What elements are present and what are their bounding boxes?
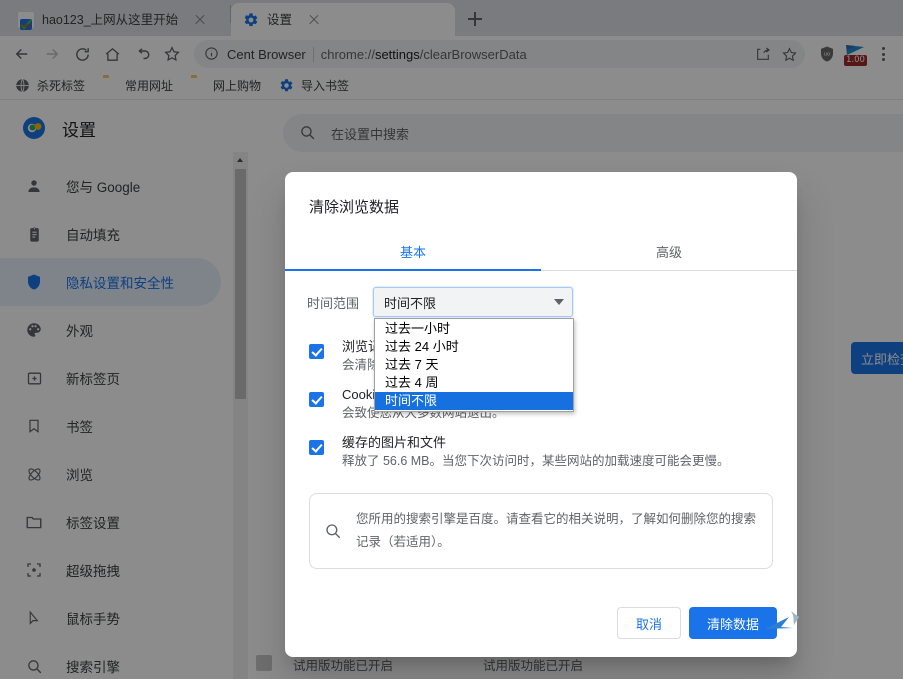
clear-browsing-data-dialog: 清除浏览数据 基本 高级 时间范围 时间不限 过去一小时 过去 24 小时 过去…	[285, 172, 799, 657]
dialog-actions: 取消 清除数据	[616, 607, 777, 639]
dropdown-option-last-4-weeks[interactable]: 过去 4 周	[375, 374, 573, 392]
time-range-selected-value: 时间不限	[384, 295, 437, 311]
dropdown-option-last-hour[interactable]: 过去一小时	[375, 320, 573, 338]
time-range-label: 时间范围	[307, 295, 360, 311]
dialog-tabs: 基本 高级	[285, 233, 797, 271]
time-range-row: 时间范围 时间不限 过去一小时 过去 24 小时 过去 7 天 过去 4 周 时…	[285, 271, 797, 412]
data-item-title: 缓存的图片和文件	[342, 435, 447, 450]
dropdown-option-all-time[interactable]: 时间不限	[375, 392, 574, 410]
chevron-down-icon	[554, 299, 565, 305]
data-item-text: 缓存的图片和文件 释放了 56.6 MB。当您下次访问时，某些网站的加载速度可能…	[342, 433, 730, 471]
data-item-subtitle: 释放了 56.6 MB。当您下次访问时，某些网站的加载速度可能会更慢。	[342, 454, 730, 468]
notice-text: 您所用的搜索引擎是百度。请查看它的相关说明，了解如何删除您的搜索记录（若适用）。	[356, 512, 757, 549]
time-range-dropdown[interactable]: 过去一小时 过去 24 小时 过去 7 天 过去 4 周 时间不限	[374, 318, 575, 412]
time-range-select-wrap: 时间不限 过去一小时 过去 24 小时 过去 7 天 过去 4 周 时间不限	[373, 287, 575, 412]
time-range-select[interactable]: 时间不限	[373, 287, 574, 317]
checkbox-cached-images[interactable]	[309, 440, 324, 455]
tab-label: 基本	[399, 245, 426, 260]
dropdown-option-last-7-days[interactable]: 过去 7 天	[375, 356, 573, 374]
clear-data-button[interactable]: 清除数据	[688, 607, 777, 639]
tab-label: 高级	[655, 245, 682, 260]
dropdown-option-last-24-hours[interactable]: 过去 24 小时	[375, 338, 573, 356]
search-engine-notice: 您所用的搜索引擎是百度。请查看它的相关说明，了解如何删除您的搜索记录（若适用）。	[309, 493, 773, 569]
browser-window: hao hao123_上网从这里开始 设置 Cent Browser chrom…	[0, 0, 903, 679]
checkbox-cookies[interactable]	[309, 392, 324, 407]
tab-advanced[interactable]: 高级	[541, 233, 797, 270]
data-item-cached-images[interactable]: 缓存的图片和文件 释放了 56.6 MB。当您下次访问时，某些网站的加载速度可能…	[285, 423, 797, 471]
search-icon	[324, 522, 342, 540]
dialog-title: 清除浏览数据	[309, 199, 400, 216]
cancel-button[interactable]: 取消	[616, 607, 681, 639]
tab-basic[interactable]: 基本	[285, 233, 541, 271]
checkbox-browsing-history[interactable]	[309, 344, 324, 359]
